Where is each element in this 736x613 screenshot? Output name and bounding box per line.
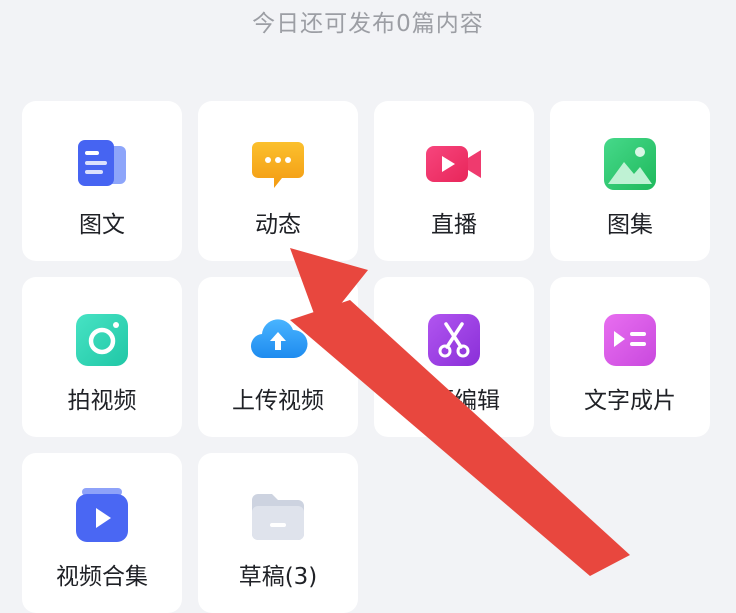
publish-quota-text: 今日还可发布0篇内容	[252, 11, 484, 37]
tile-label: 上传视频	[232, 388, 324, 414]
tile-label: 草稿(3)	[238, 564, 318, 590]
article-icon	[72, 134, 132, 194]
chat-bubble-icon	[248, 134, 308, 194]
tile-gallery[interactable]: 图集	[550, 101, 710, 261]
tile-label: 图文	[79, 212, 125, 238]
tile-label: 直播	[431, 212, 477, 238]
tile-label: 图集	[607, 212, 653, 238]
live-video-icon	[424, 134, 484, 194]
tile-label: 拍视频	[67, 388, 137, 414]
tile-drafts[interactable]: 草稿(3)	[198, 453, 358, 613]
video-collection-icon	[72, 486, 132, 546]
tile-label: 动态	[255, 212, 301, 238]
tile-moments[interactable]: 动态	[198, 101, 358, 261]
tile-upload-video[interactable]: 上传视频	[198, 277, 358, 437]
folder-icon	[248, 486, 308, 546]
tile-article[interactable]: 图文	[22, 101, 182, 261]
tile-text-to-video[interactable]: 文字成片	[550, 277, 710, 437]
tile-label: 文字成片	[584, 388, 676, 414]
text-to-video-icon	[600, 310, 660, 370]
cloud-upload-icon	[248, 310, 308, 370]
scissors-icon	[424, 310, 484, 370]
camera-icon	[72, 310, 132, 370]
tile-live[interactable]: 直播	[374, 101, 534, 261]
tile-label: 视频合集	[56, 564, 148, 590]
tile-video-edit[interactable]: 视频编辑	[374, 277, 534, 437]
tile-label: 视频编辑	[408, 388, 500, 414]
tile-video-collection[interactable]: 视频合集	[22, 453, 182, 613]
gallery-icon	[600, 134, 660, 194]
tile-shoot-video[interactable]: 拍视频	[22, 277, 182, 437]
